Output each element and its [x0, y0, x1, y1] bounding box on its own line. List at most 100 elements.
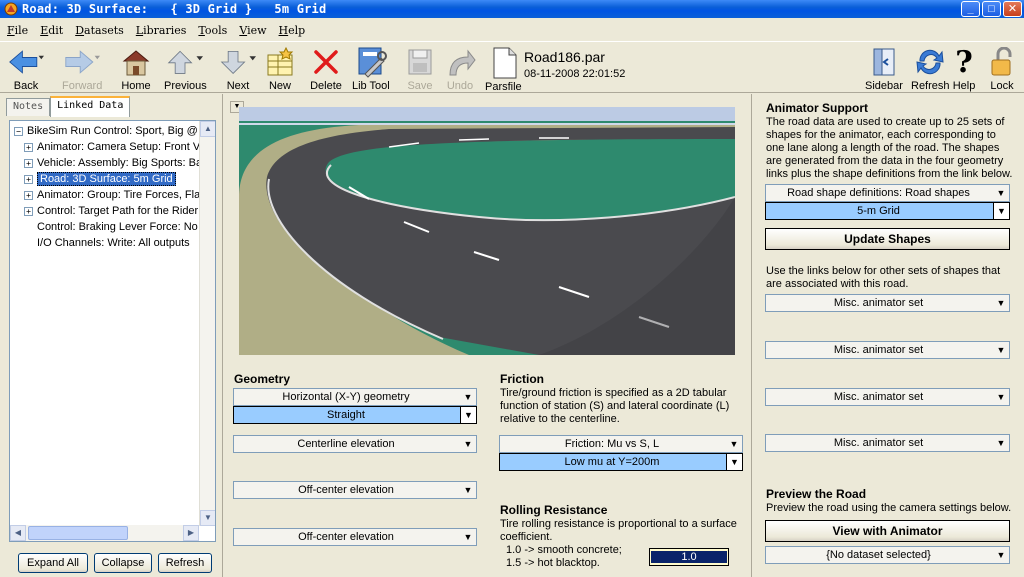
help-button[interactable]: ? Help: [950, 45, 978, 93]
dropdown-value: 5-m Grid: [857, 205, 900, 217]
menu-datasets[interactable]: Datasets: [68, 24, 129, 37]
expand-toggle-icon[interactable]: +: [24, 206, 33, 216]
animator-support-description: The road data are used to create up to 2…: [766, 116, 1013, 180]
tree-item-label: Control: Braking Lever Force: No E: [37, 221, 209, 233]
button-label: Update Shapes: [844, 232, 931, 246]
camera-dataset-dropdown[interactable]: {No dataset selected} ▼: [765, 546, 1010, 564]
tree-item-label: I/O Channels: Write: All outputs: [37, 237, 190, 249]
lock-open-icon: [991, 47, 1012, 76]
new-label: New: [268, 80, 291, 92]
tree-item-braking-lever[interactable]: Control: Braking Lever Force: No E: [24, 219, 208, 235]
preview-road-heading: Preview the Road: [766, 487, 867, 501]
libtool-button[interactable]: Lib Tool: [352, 46, 390, 92]
menu-view[interactable]: View: [232, 24, 271, 37]
tab-linked-data[interactable]: Linked Data: [50, 96, 131, 117]
home-button[interactable]: Home: [118, 46, 154, 92]
update-shapes-button[interactable]: Update Shapes: [765, 228, 1010, 250]
delete-label: Delete: [310, 80, 342, 92]
offcenter-elevation-dropdown-1[interactable]: Off-center elevation ▼: [233, 481, 477, 499]
friction-table-dropdown[interactable]: Friction: Mu vs S, L ▼: [499, 435, 743, 453]
expand-all-button[interactable]: Expand All: [18, 553, 88, 573]
sidebar-button[interactable]: Sidebar: [865, 46, 903, 92]
rolling-resistance-input[interactable]: 1.0: [649, 548, 729, 566]
misc-animator-set-dropdown-1[interactable]: Misc. animator set ▼: [765, 294, 1010, 312]
grid-shape-link[interactable]: 5-m Grid ▼: [765, 202, 1010, 220]
menu-help[interactable]: Help: [272, 24, 311, 37]
dropdown-value: Off-center elevation: [298, 531, 394, 543]
dropdown-value: Centerline elevation: [297, 438, 395, 450]
collapse-button[interactable]: Collapse: [94, 553, 152, 573]
offcenter-elevation-dropdown-2[interactable]: Off-center elevation ▼: [233, 528, 477, 546]
misc-animator-set-dropdown-2[interactable]: Misc. animator set ▼: [765, 341, 1010, 359]
tree-item-target-path[interactable]: + Control: Target Path for the Rider I: [24, 203, 204, 219]
expand-toggle-icon[interactable]: +: [24, 158, 33, 168]
minimize-button[interactable]: _: [961, 1, 980, 17]
expand-toggle-icon[interactable]: +: [24, 174, 33, 184]
straight-link[interactable]: Straight ▼: [233, 406, 477, 424]
delete-button[interactable]: Delete: [308, 46, 344, 92]
tree-item-run-control[interactable]: − BikeSim Run Control: Sport, Big @ 1: [14, 123, 207, 139]
collapse-toggle-icon[interactable]: −: [14, 126, 23, 136]
dropdown-arrow-icon: ▼: [996, 298, 1006, 308]
tree-horizontal-scrollbar[interactable]: ◀ ▶: [10, 525, 199, 541]
scroll-down-arrow-icon[interactable]: ▼: [200, 510, 215, 526]
forward-button[interactable]: Forward: [62, 46, 102, 92]
tree-item-label: Control: Target Path for the Rider I: [37, 205, 205, 217]
new-button[interactable]: New: [262, 46, 298, 92]
scroll-right-arrow-icon[interactable]: ▶: [183, 525, 199, 541]
title-bar: Road: 3D Surface: { 3D Grid } 5m Grid _ …: [0, 0, 1024, 18]
scroll-left-arrow-icon[interactable]: ◀: [10, 525, 26, 541]
new-dataset-icon: [267, 47, 294, 76]
centerline-elevation-dropdown[interactable]: Centerline elevation ▼: [233, 435, 477, 453]
tree-item-io-channels[interactable]: I/O Channels: Write: All outputs: [24, 235, 190, 251]
tree-refresh-button[interactable]: Refresh: [158, 553, 212, 573]
libtool-label: Lib Tool: [352, 80, 390, 92]
undo-button[interactable]: Undo: [442, 46, 478, 92]
tree-item-vehicle-assembly[interactable]: + Vehicle: Assembly: Big Sports: Bas: [24, 155, 208, 171]
linked-data-pane: Notes Linked Data − BikeSim Run Control:…: [0, 94, 222, 577]
view-with-animator-button[interactable]: View with Animator: [765, 520, 1010, 542]
road-preview-viewport[interactable]: ▼: [230, 101, 745, 359]
dropdown-arrow-icon: ▼: [996, 345, 1006, 355]
maximize-button[interactable]: □: [982, 1, 1001, 17]
dropdown-value: Straight: [327, 409, 365, 421]
close-button[interactable]: ✕: [1003, 1, 1022, 17]
misc-animator-set-dropdown-3[interactable]: Misc. animator set ▼: [765, 388, 1010, 406]
road-shape-definitions-dropdown[interactable]: Road shape definitions: Road shapes ▼: [765, 184, 1010, 202]
dropdown-arrow-icon: ▼: [996, 438, 1006, 448]
scroll-up-arrow-icon[interactable]: ▲: [200, 121, 215, 137]
expand-toggle-icon[interactable]: +: [24, 142, 33, 152]
horizontal-geometry-dropdown[interactable]: Horizontal (X-Y) geometry ▼: [233, 388, 477, 406]
home-icon: [122, 50, 150, 76]
tree-item-road-surface[interactable]: + Road: 3D Surface: 5m Grid: [24, 171, 176, 187]
low-mu-link[interactable]: Low mu at Y=200m ▼: [499, 453, 743, 471]
tree-item-tire-forces[interactable]: + Animator: Group: Tire Forces, Flat: [24, 187, 203, 203]
dropdown-arrow-icon: ▼: [993, 203, 1009, 219]
dropdown-arrow-icon: ▼: [996, 550, 1006, 560]
scroll-thumb[interactable]: [28, 526, 128, 540]
file-info[interactable]: Road186.par 08-11-2008 22:01:52 Parsfile: [485, 45, 688, 93]
lock-button[interactable]: Lock: [984, 46, 1020, 92]
menu-file[interactable]: File: [0, 24, 33, 37]
window-title: Road: 3D Surface: { 3D Grid } 5m Grid: [22, 2, 327, 16]
misc-animator-set-dropdown-4[interactable]: Misc. animator set ▼: [765, 434, 1010, 452]
previous-button[interactable]: Previous: [164, 46, 207, 92]
rolling-resistance-heading: Rolling Resistance: [500, 503, 608, 517]
save-disk-icon: [408, 49, 432, 75]
refresh-button[interactable]: Refresh: [911, 46, 950, 92]
back-arrow-icon: [9, 50, 44, 74]
down-arrow-icon: [220, 50, 256, 75]
dropdown-arrow-icon: ▼: [463, 485, 473, 495]
expand-toggle-icon[interactable]: +: [24, 190, 33, 200]
menu-edit[interactable]: Edit: [33, 24, 68, 37]
menu-libraries[interactable]: Libraries: [129, 24, 192, 37]
bikesim-app-icon[interactable]: [4, 2, 18, 16]
tree-item-camera-setup[interactable]: + Animator: Camera Setup: Front Vie: [24, 139, 209, 155]
back-label: Back: [13, 80, 39, 92]
menu-tools[interactable]: Tools: [191, 24, 232, 37]
tab-notes[interactable]: Notes: [6, 98, 51, 116]
tree-vertical-scrollbar[interactable]: ▲ ▼: [199, 121, 215, 526]
next-button[interactable]: Next: [220, 46, 256, 92]
back-button[interactable]: Back: [8, 46, 44, 92]
save-button[interactable]: Save: [402, 46, 438, 92]
